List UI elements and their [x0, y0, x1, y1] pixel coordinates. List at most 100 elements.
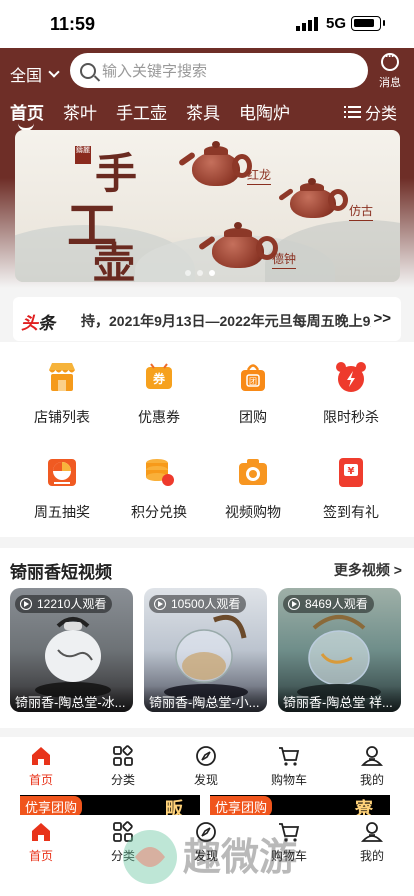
- seal-stamp: 鑄麗: [75, 146, 91, 164]
- promo-card[interactable]: 优享团购 寮: [210, 795, 390, 815]
- home-icon: [30, 745, 52, 767]
- tabbar-label: 首页: [28, 849, 53, 863]
- category-button[interactable]: 分类: [344, 100, 397, 124]
- promo-card[interactable]: 优享团购 畈: [20, 795, 200, 815]
- bottom-tab-bar: 首页 分类 发现 购物车 我的: [0, 737, 414, 795]
- network-label: 5G: [326, 15, 347, 32]
- user-icon: [360, 745, 384, 767]
- grid-item-points-exchange[interactable]: 积分兑换: [107, 455, 211, 522]
- teapot-image: [278, 178, 353, 223]
- pot-label-1: 红龙: [247, 166, 272, 185]
- svg-text:¥: ¥: [348, 466, 355, 477]
- pot-label-2: 仿古: [349, 202, 374, 221]
- teapot-image: [197, 222, 283, 272]
- tabbar-category[interactable]: 分类: [82, 745, 164, 788]
- region-selector[interactable]: 全国: [10, 62, 60, 86]
- tabbar-home[interactable]: 首页: [0, 745, 82, 788]
- grid-label: 签到有礼: [323, 504, 379, 520]
- status-bar: 11:59 5G: [0, 0, 414, 48]
- promo-text: 畈: [165, 799, 183, 815]
- search-input[interactable]: 输入关键字搜索: [70, 53, 368, 88]
- grid-item-checkin-gift[interactable]: ¥ 签到有礼: [299, 455, 403, 522]
- video-card[interactable]: 12210人观看 锜丽香-陶总堂-冰...: [10, 588, 133, 712]
- tabbar-label: 购物车: [270, 773, 307, 787]
- grid-item-flash-sale[interactable]: 限时秒杀: [299, 360, 403, 427]
- tabbar-label: 我的: [359, 849, 384, 863]
- tab-home[interactable]: 首页: [10, 99, 44, 131]
- video-caption: 锜丽香-陶总堂 祥...: [278, 686, 401, 712]
- search-icon: [80, 62, 96, 79]
- tabbar-label: 我的: [359, 773, 384, 787]
- tabbar-cart[interactable]: 购物车: [248, 745, 330, 788]
- list-icon: [344, 105, 361, 119]
- grid-label: 视频购物: [225, 504, 281, 520]
- svg-text:券: 券: [152, 371, 166, 386]
- promo-tag: 优享团购: [210, 796, 273, 815]
- more-videos-link[interactable]: 更多视频 >: [334, 560, 402, 580]
- grid-label: 周五抽奖: [34, 504, 90, 520]
- teapot-image: [177, 140, 258, 190]
- store-icon: [45, 360, 79, 394]
- grid-item-store-list[interactable]: 店铺列表: [10, 360, 114, 427]
- grid-item-group-buy[interactable]: 团 团购: [201, 360, 305, 427]
- section-title: 锜丽香短视频: [10, 563, 112, 582]
- promo-banner[interactable]: 鑄麗 手 工 壶 红龙 仿古 德钟: [15, 130, 400, 282]
- video-card[interactable]: 8469人观看 锜丽香-陶总堂 祥...: [278, 588, 401, 712]
- battery-icon: [351, 16, 385, 31]
- banner-char-3: 壶: [93, 239, 136, 282]
- tabbar-label: 发现: [193, 773, 218, 787]
- view-count-badge: 10500人观看: [149, 595, 247, 613]
- status-time: 11:59: [50, 14, 96, 34]
- watermark-logo: 趣微游: [123, 830, 297, 884]
- tab-teaware[interactable]: 茶具: [186, 99, 220, 124]
- compass-icon: [195, 745, 217, 767]
- video-shop-icon: [236, 455, 270, 489]
- short-video-section: 锜丽香短视频 更多视频 > 12210人观看 锜丽香-陶总堂-冰... 1050…: [0, 548, 414, 728]
- message-label: 消息: [379, 77, 401, 89]
- points-icon: [142, 455, 176, 489]
- tab-tea[interactable]: 茶叶: [63, 99, 97, 124]
- lottery-icon: [45, 455, 79, 489]
- checkin-gift-icon: ¥: [334, 455, 368, 489]
- grid-label: 店铺列表: [34, 409, 90, 425]
- video-caption: 锜丽香-陶总堂-冰...: [10, 686, 133, 712]
- tab-electric-stove[interactable]: 电陶炉: [239, 99, 290, 124]
- tabbar-profile[interactable]: 我的: [331, 745, 413, 788]
- promo-text: 寮: [355, 799, 373, 815]
- news-ticker[interactable]: 头条 持，2021年9月13日—2022年元旦每周五晚上9点 >>: [13, 297, 401, 341]
- grid-label: 限时秒杀: [323, 409, 379, 425]
- news-more-button[interactable]: >>: [373, 310, 391, 327]
- grid-label: 优惠券: [138, 409, 180, 425]
- tabbar-label: 首页: [28, 773, 53, 787]
- view-count-badge: 8469人观看: [283, 595, 374, 613]
- grid-label: 积分兑换: [131, 504, 187, 520]
- svg-text:趣微游: 趣微游: [183, 835, 297, 879]
- tabbar-label: 分类: [110, 773, 135, 787]
- svg-text:团: 团: [249, 377, 257, 386]
- category-label: 分类: [365, 106, 398, 123]
- flash-sale-icon: [334, 360, 368, 394]
- toutiao-logo: 头条: [21, 314, 55, 333]
- promo-tag: 优享团购: [20, 796, 83, 815]
- tabbar-home[interactable]: 首页: [0, 821, 82, 864]
- search-placeholder: 输入关键字搜索: [102, 63, 208, 80]
- video-caption: 锜丽香-陶总堂-小...: [144, 686, 267, 712]
- pot-label-3: 德钟: [272, 250, 297, 269]
- region-label: 全国: [10, 68, 43, 85]
- grid-item-lottery[interactable]: 周五抽奖: [10, 455, 114, 522]
- cart-icon: [278, 745, 300, 767]
- news-text: 持，2021年9月13日—2022年元旦每周五晚上9点: [81, 313, 371, 329]
- video-card[interactable]: 10500人观看 锜丽香-陶总堂-小...: [144, 588, 267, 712]
- grid-label: 团购: [239, 409, 267, 425]
- grid-item-video-shopping[interactable]: 视频购物: [201, 455, 305, 522]
- grid-item-coupon[interactable]: 券 优惠券: [107, 360, 211, 427]
- message-icon: [381, 49, 399, 71]
- promo-strip: 优享团购 畈 优享团购 寮: [0, 795, 414, 815]
- tabbar-discover[interactable]: 发现: [165, 745, 247, 788]
- home-icon: [30, 821, 52, 843]
- tab-handmade-pot[interactable]: 手工壶: [116, 99, 167, 124]
- signal-icon: [296, 17, 318, 31]
- message-button[interactable]: 消息: [374, 49, 406, 90]
- carousel-dots: [185, 270, 215, 276]
- view-count-badge: 12210人观看: [15, 595, 113, 613]
